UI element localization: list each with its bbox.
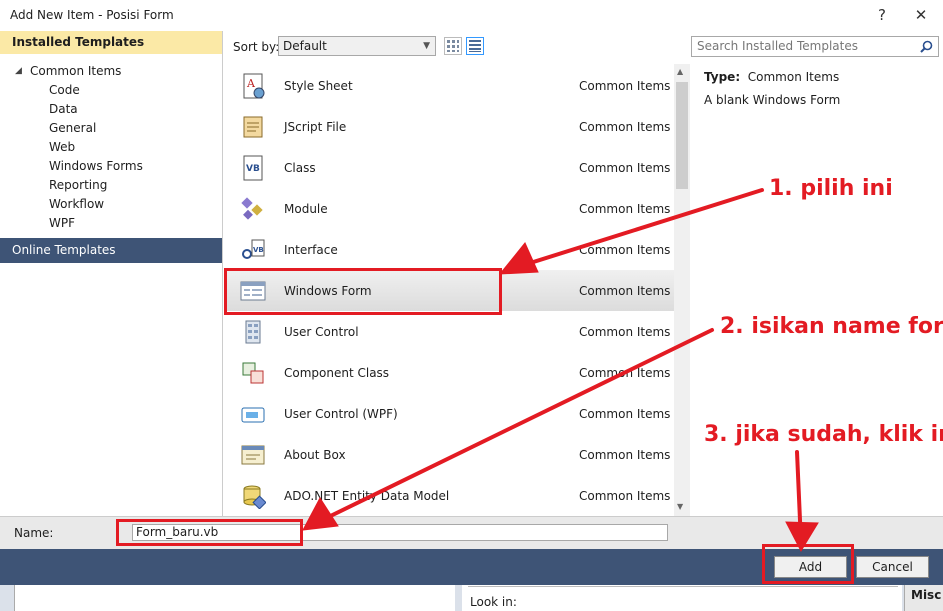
arrow-step3-head: [785, 521, 819, 553]
annotation-step2: 2. isikan name form: [720, 314, 943, 339]
arrow-step1-head: [498, 242, 539, 275]
annotation-step3: 3. jika sudah, klik ini: [704, 422, 943, 447]
annotation-arrows: [302, 188, 819, 553]
arrow-step1-line: [506, 188, 764, 272]
annotation-step1: 1. pilih ini: [769, 176, 893, 201]
arrow-step2-line: [310, 328, 714, 527]
